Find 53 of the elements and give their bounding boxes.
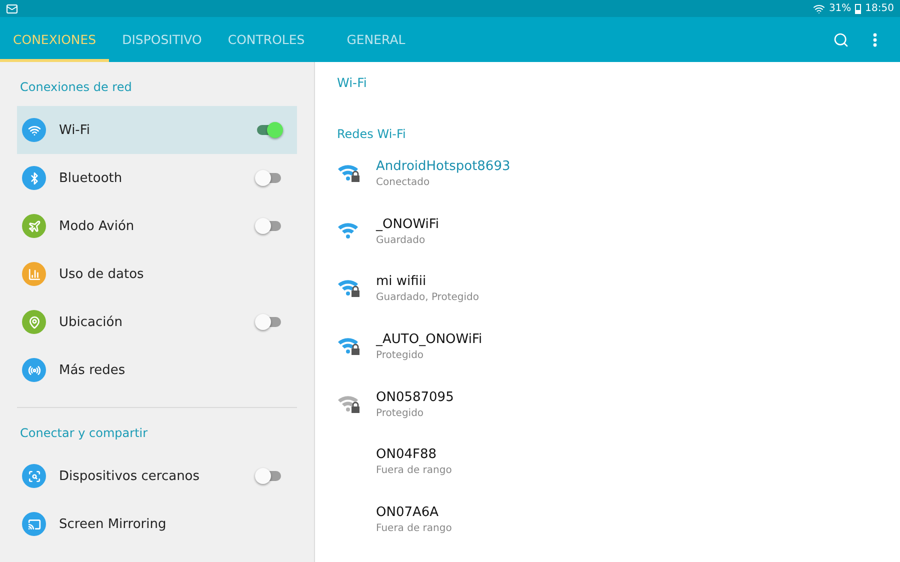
settings-item[interactable]: Dispositivos cercanos xyxy=(17,452,297,500)
network-item[interactable]: mi wifiii Guardado, Protegido xyxy=(337,273,900,332)
search-icon xyxy=(833,32,849,48)
network-name: AndroidHotspot8693 xyxy=(376,158,510,175)
section-header: Conectar y compartir xyxy=(19,425,149,442)
network-item[interactable]: ON04F88 Fuera de rango xyxy=(337,446,900,504)
settings-item[interactable]: Más redes xyxy=(17,346,297,394)
network-name: mi wifiii xyxy=(376,273,428,290)
battery-percentage: 31% xyxy=(828,3,852,14)
section-header: Redes Wi-Fi xyxy=(337,127,407,144)
settings-item[interactable]: Ubicación xyxy=(17,298,297,346)
network-item[interactable]: ON07A6A Fuera de rango xyxy=(337,504,900,562)
setting-label: Uso de datos xyxy=(59,266,145,282)
setting-label: Bluetooth xyxy=(59,170,124,186)
settings-item[interactable]: Uso de datos xyxy=(17,250,297,298)
wifi-status-icon xyxy=(812,2,825,14)
network-item[interactable]: AndroidHotspot8693 Conectado xyxy=(337,158,900,216)
network-status: Protegido xyxy=(376,406,425,421)
toggle-switch[interactable] xyxy=(255,218,283,234)
network-status: Guardado xyxy=(376,234,426,248)
toggle-switch[interactable] xyxy=(255,468,283,484)
toggle-switch[interactable] xyxy=(255,122,283,138)
settings-item[interactable]: Wi-Fi xyxy=(17,106,297,154)
network-item[interactable]: _AUTO_ONOWiFi Protegido xyxy=(337,331,900,389)
network-status: Conectado xyxy=(376,176,431,190)
network-status: Protegido xyxy=(376,349,425,364)
setting-label: Screen Mirroring xyxy=(59,516,168,532)
setting-label: Más redes xyxy=(59,362,126,378)
battery-icon xyxy=(855,4,862,14)
setting-label: Wi-Fi xyxy=(59,122,92,138)
network-status: Fuera de rango xyxy=(376,522,452,536)
toggle-switch[interactable] xyxy=(255,170,283,186)
network-name: _ONOWiFi xyxy=(376,216,440,233)
settings-item[interactable]: Modo Avión xyxy=(17,202,297,250)
network-name: ON0587095 xyxy=(376,388,454,406)
network-item[interactable]: _ONOWiFi Guardado xyxy=(337,216,900,274)
network-status: Fuera de rango xyxy=(376,464,452,478)
more-options-icon xyxy=(873,32,877,46)
network-name: _AUTO_ONOWiFi xyxy=(376,331,482,348)
setting-label: Dispositivos cercanos xyxy=(59,468,201,484)
clock: 18:50 xyxy=(865,3,894,14)
network-status: Guardado, Protegido xyxy=(376,291,479,306)
setting-label: Modo Avión xyxy=(59,218,136,234)
section-header: Conexiones de red xyxy=(19,79,133,96)
network-item[interactable]: ON0587095 Protegido xyxy=(337,388,900,446)
mail-icon xyxy=(6,2,18,14)
toggle-switch[interactable] xyxy=(255,314,283,330)
setting-label: Ubicación xyxy=(59,314,124,330)
network-name: ON07A6A xyxy=(376,504,440,522)
settings-item[interactable]: Bluetooth xyxy=(17,154,297,202)
network-name: ON04F88 xyxy=(376,446,438,464)
page-title: Wi-Fi xyxy=(337,75,368,92)
settings-item[interactable]: Screen Mirroring xyxy=(17,500,297,548)
